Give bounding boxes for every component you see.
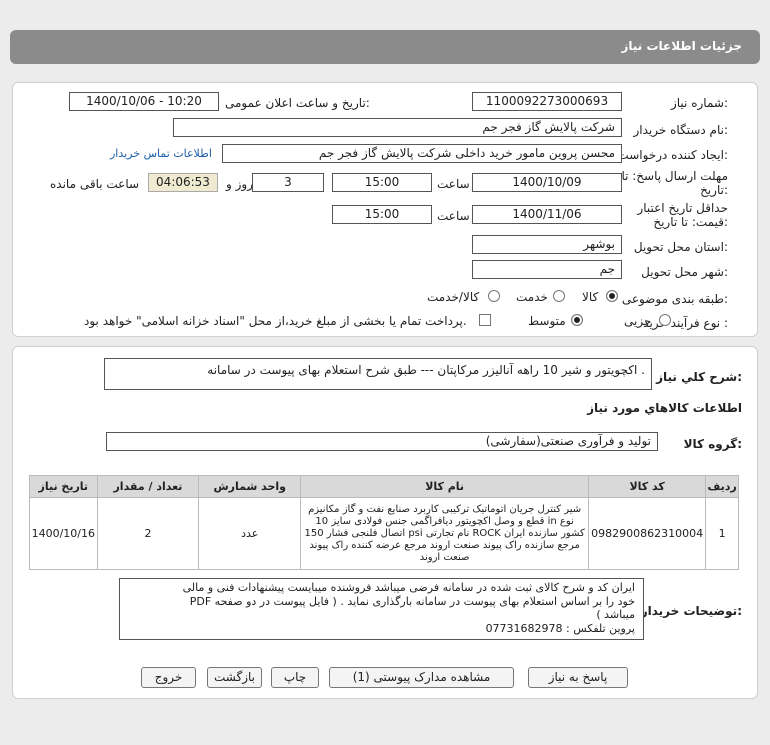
process-radio-minor[interactable] xyxy=(659,314,671,326)
page-header: جزئیات اطلاعات نیاز xyxy=(10,30,760,64)
goods-group-field: تولید و فرآوری صنعتی(سفارشی) xyxy=(106,432,658,451)
deadline-label-2: تاریخ: xyxy=(700,183,728,197)
remaining-time-field: 04:06:53 xyxy=(148,173,218,192)
validity-time-field: 15:00 xyxy=(332,205,432,224)
treasury-payment-checkbox[interactable] xyxy=(479,314,491,326)
deadline-label: مهلت ارسال پاسخ: تا xyxy=(621,169,728,183)
treasury-payment-note: پرداخت تمام یا بخشی از مبلغ خرید،از محل … xyxy=(84,314,467,328)
days-label: روز و xyxy=(226,177,253,191)
buyer-notes-line-1: ایران کد و شرح کالای ثبت شده در سامانه ف… xyxy=(182,581,635,594)
table-row: 1400/10/16 2 عدد شیر کنترل جریان اتوماتی… xyxy=(29,497,739,570)
deadline-time-label: ساعت xyxy=(437,177,470,191)
category-option-goods-service: کالا/خدمت xyxy=(427,290,480,304)
category-radio-service[interactable] xyxy=(553,290,565,302)
process-option-medium: متوسط xyxy=(528,314,566,328)
cell-row: 1 xyxy=(705,497,739,570)
remaining-label: ساعت باقی مانده xyxy=(50,177,140,191)
summary-label: شرح کلي نياز: xyxy=(656,370,742,384)
requester-field: محسن پروین مامور خرید داخلی شرکت پالایش … xyxy=(222,144,622,163)
deadline-days-field: 3 xyxy=(252,173,324,192)
process-label: نوع فرآیند خرید : xyxy=(643,316,728,330)
exit-button[interactable]: خروج xyxy=(141,667,196,688)
buyer-notes-label: توضیحات خریدار: xyxy=(640,604,742,618)
category-radio-goods[interactable] xyxy=(606,290,618,302)
page-title: جزئیات اطلاعات نیاز xyxy=(621,39,742,53)
header-row: ردیف xyxy=(705,475,739,498)
validity-label: حداقل تاریخ اعتبار xyxy=(637,201,728,215)
header-qty: تعداد / مقدار xyxy=(96,475,200,498)
header-code: کد کالا xyxy=(588,475,707,498)
cell-name: شیر کنترل جریان اتوماتیک ترکیبی کاربرد ص… xyxy=(300,497,590,570)
buyer-contact-link[interactable]: اطلاعات تماس خریدار xyxy=(110,147,212,160)
category-label: طبقه بندی موضوعی: xyxy=(621,292,728,306)
reply-button[interactable]: پاسخ به نیاز xyxy=(528,667,628,688)
buyer-org-label: نام دستگاه خریدار: xyxy=(633,123,729,137)
requester-label: ایجاد کننده درخواست: xyxy=(617,148,728,162)
category-option-service: خدمت xyxy=(516,290,548,304)
deadline-date-field: 1400/10/09 xyxy=(472,173,622,192)
city-label: شهر محل تحویل: xyxy=(641,265,728,279)
buyer-notes-box: ایران کد و شرح کالای ثبت شده در سامانه ف… xyxy=(119,578,644,640)
process-radio-medium[interactable] xyxy=(571,314,583,326)
announce-label: تاریخ و ساعت اعلان عمومی: xyxy=(225,96,370,110)
city-field: جم xyxy=(472,260,622,279)
header-name: نام کالا xyxy=(300,475,590,498)
deadline-time-field: 15:00 xyxy=(332,173,432,192)
validity-label-2: قیمت: تا تاریخ: xyxy=(653,215,728,229)
cell-date: 1400/10/16 xyxy=(29,497,98,570)
goods-table: تاریخ نیاز تعداد / مقدار واحد شمارش نام … xyxy=(29,475,739,570)
print-button[interactable]: چاپ xyxy=(271,667,319,688)
header-unit: واحد شمارش xyxy=(198,475,302,498)
goods-group-label: گروه کالا: xyxy=(683,437,742,451)
announce-field: 1400/10/06 - 10:20 xyxy=(69,92,219,111)
buyer-org-field: شرکت پالایش گاز فجر جم xyxy=(173,118,622,137)
view-attachments-button[interactable]: مشاهده مدارک پیوستی (1) xyxy=(329,667,514,688)
category-radio-goods-service[interactable] xyxy=(488,290,500,302)
summary-field: اکچویتور و شیر 10 راهه آنالیزر مرکاپتان … xyxy=(104,358,652,390)
cell-qty: 2 xyxy=(96,497,200,570)
province-label: استان محل تحویل: xyxy=(633,240,728,254)
header-date: تاریخ نیاز xyxy=(29,475,98,498)
goods-table-header: تاریخ نیاز تعداد / مقدار واحد شمارش نام … xyxy=(29,475,739,498)
process-option-minor: جزیی xyxy=(624,314,652,328)
validity-time-label: ساعت xyxy=(437,209,470,223)
category-option-goods: کالا xyxy=(582,290,599,304)
need-number-field: 1100092273000693 xyxy=(472,92,622,111)
goods-info-title: اطلاعات کالاهاي مورد نياز xyxy=(587,401,742,415)
back-button[interactable]: بازگشت xyxy=(207,667,262,688)
cell-code: 0982900862310004 xyxy=(588,497,707,570)
buyer-notes-line-3: میباشد ) xyxy=(596,608,635,621)
buyer-notes-line-4: پروین تلفکس : 07731682978 xyxy=(485,621,635,635)
province-field: بوشهر xyxy=(472,235,622,254)
buyer-notes-line-2: خود را بر اساس استعلام بهای پیوست در سام… xyxy=(189,594,635,608)
cell-unit: عدد xyxy=(198,497,302,570)
need-number-label: شماره نیاز: xyxy=(670,96,728,110)
validity-date-field: 1400/11/06 xyxy=(472,205,622,224)
